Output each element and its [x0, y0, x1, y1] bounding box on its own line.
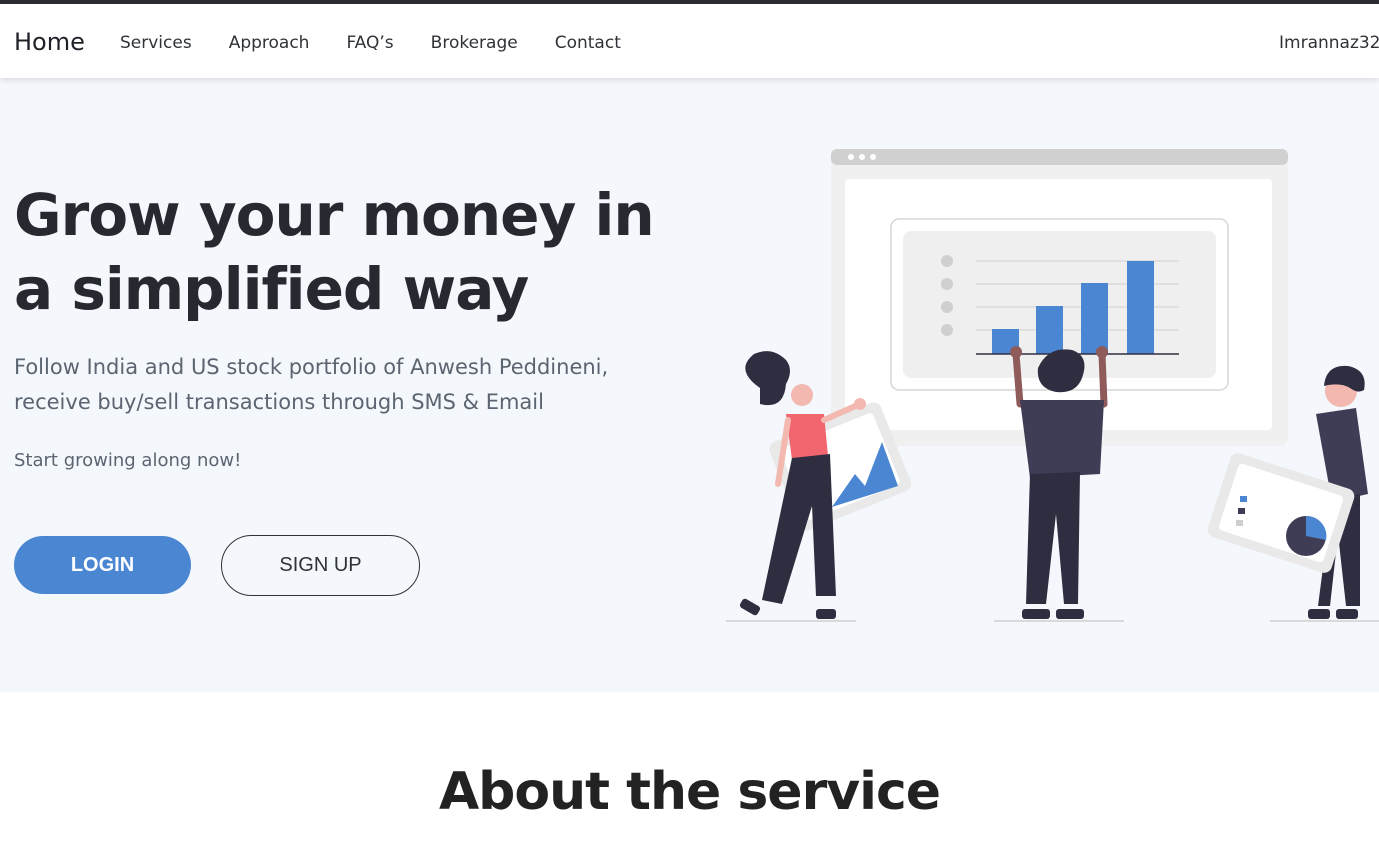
login-button[interactable]: LOGIN: [14, 536, 191, 594]
nav-home-link[interactable]: Home: [14, 28, 85, 56]
signup-button[interactable]: SIGN UP: [221, 535, 420, 596]
navbar: Home Services Approach FAQ’s Brokerage C…: [0, 4, 1379, 78]
hero-section: Grow your money in a simplified way Foll…: [0, 78, 1379, 692]
nav-link-faqs[interactable]: FAQ’s: [346, 33, 393, 53]
nav-link-services[interactable]: Services: [120, 33, 192, 53]
hero-note: Start growing along now!: [14, 450, 242, 471]
nav-links: Services Approach FAQ’s Brokerage Contac…: [120, 33, 658, 53]
hero-illustration: [726, 149, 1379, 622]
nav-link-approach[interactable]: Approach: [229, 33, 310, 53]
user-menu[interactable]: Imrannaz326: [1279, 33, 1379, 53]
hero-title: Grow your money in a simplified way: [14, 181, 655, 323]
nav-link-brokerage[interactable]: Brokerage: [431, 33, 518, 53]
hero-subtitle: Follow India and US stock portfolio of A…: [14, 355, 609, 414]
nav-link-contact[interactable]: Contact: [555, 33, 621, 53]
about-title: About the service: [438, 762, 941, 822]
